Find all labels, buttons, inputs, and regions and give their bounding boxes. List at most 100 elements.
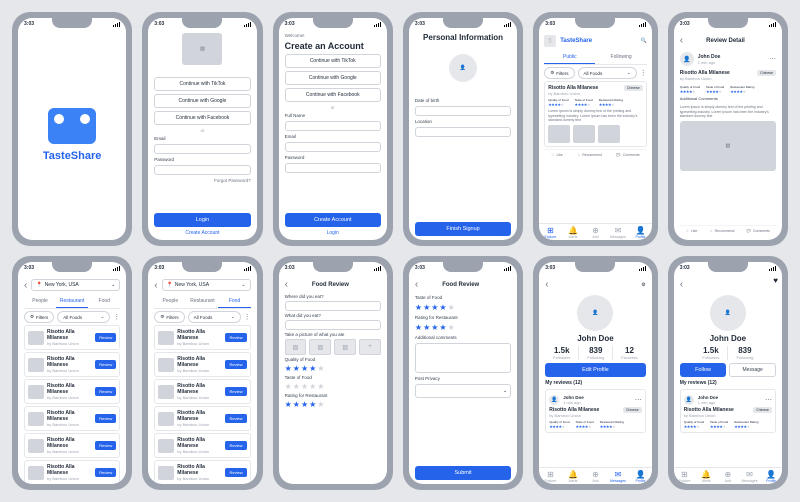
list-item[interactable]: Risotto Alla Milaneseby Bamboo UnionRevi…: [24, 379, 120, 404]
followers-stat[interactable]: 1.5kFollowers: [545, 346, 579, 360]
continue-google-button[interactable]: Continue with Google: [154, 94, 250, 108]
forgot-password-link[interactable]: Forgot Password?: [154, 178, 250, 183]
message-button[interactable]: Message: [729, 363, 776, 377]
settings-icon[interactable]: ⚙: [641, 282, 645, 288]
fullname-field[interactable]: [285, 121, 381, 131]
where-field[interactable]: [285, 301, 381, 311]
follow-button[interactable]: Follow: [680, 363, 727, 377]
favorites-stat[interactable]: 12Favorites: [613, 346, 645, 360]
review-button[interactable]: Review: [95, 333, 116, 342]
following-stat[interactable]: 839Following: [728, 346, 761, 360]
review-card[interactable]: 👤John Doe1 min ago⋯ Risotto Alla Milanes…: [545, 389, 645, 433]
list-item[interactable]: Risotto Alla Milaneseby Bamboo UnionRevi…: [154, 406, 250, 431]
continue-tiktok-button[interactable]: Continue with TikTok: [285, 54, 381, 68]
back-icon[interactable]: ‹: [680, 35, 683, 46]
nav-alerts[interactable]: 🔔Alerts: [562, 227, 585, 239]
continue-google-button[interactable]: Continue with Google: [285, 71, 381, 85]
nav-profile[interactable]: 👤Profile: [629, 227, 651, 239]
like-button[interactable]: ♡ Like: [551, 153, 563, 157]
photo-upload[interactable]: ▨: [285, 339, 307, 355]
nav-messages[interactable]: ✉Messages: [607, 471, 630, 483]
favorite-icon[interactable]: ♥: [773, 276, 778, 285]
location-field[interactable]: [415, 127, 511, 137]
nav-add[interactable]: ⊕Add: [584, 471, 607, 483]
continue-facebook-button[interactable]: Continue with Facebook: [154, 111, 250, 125]
food-filter-dropdown[interactable]: All Foods⌄: [57, 311, 110, 323]
taste-rating[interactable]: ★★★★★: [285, 382, 381, 391]
nav-add[interactable]: ⊕Add: [584, 227, 607, 239]
list-item[interactable]: Risotto Alla Milaneseby Bamboo UnionRevi…: [24, 433, 120, 458]
back-icon[interactable]: ‹: [285, 279, 288, 290]
comments-button[interactable]: 💬 Comments: [747, 229, 770, 233]
submit-button[interactable]: Submit: [415, 466, 511, 480]
tab-restaurant[interactable]: Restaurant: [56, 295, 88, 308]
tab-following[interactable]: Following: [595, 51, 646, 64]
restaurant-rating[interactable]: ★★★★★: [285, 400, 381, 409]
list-item[interactable]: Risotto Alla Milaneseby Bamboo UnionRevi…: [24, 406, 120, 431]
list-item[interactable]: Risotto Alla Milaneseby Bamboo UnionRevi…: [154, 460, 250, 484]
more-icon[interactable]: ⋯: [769, 55, 776, 63]
list-item[interactable]: Risotto Alla Milaneseby Bamboo UnionRevi…: [24, 460, 120, 484]
list-item[interactable]: Risotto Alla Milaneseby Bamboo UnionRevi…: [154, 433, 250, 458]
create-account-button[interactable]: Create Account: [285, 213, 381, 227]
nav-alerts[interactable]: 🔔Alerts: [562, 471, 585, 483]
continue-facebook-button[interactable]: Continue with Facebook: [285, 88, 381, 102]
nav-messages[interactable]: ✉Messages: [607, 227, 630, 239]
nav-profile[interactable]: 👤Profile: [629, 471, 651, 483]
comments-button[interactable]: 💬 Comments: [616, 153, 639, 157]
edit-profile-button[interactable]: Edit Profile: [545, 363, 645, 377]
list-item[interactable]: Risotto Alla Milaneseby Bamboo UnionRevi…: [24, 352, 120, 377]
privacy-dropdown[interactable]: ⌄: [415, 384, 511, 398]
tab-food[interactable]: Food: [218, 295, 250, 308]
review-card[interactable]: 👤John Doe1 min ago⋯ Risotto Alla Milanes…: [680, 389, 776, 433]
restaurant-rating[interactable]: ★★★★★: [415, 323, 511, 332]
continue-tiktok-button[interactable]: Continue with TikTok: [154, 77, 250, 91]
what-field[interactable]: [285, 320, 381, 330]
email-field[interactable]: [285, 142, 381, 152]
avatar-placeholder[interactable]: 👤: [449, 54, 477, 82]
tab-food[interactable]: Food: [88, 295, 120, 308]
filters-button[interactable]: ⚙Filters: [24, 311, 54, 323]
login-button[interactable]: Login: [154, 213, 250, 227]
more-icon[interactable]: ⋮: [640, 69, 647, 77]
nav-explore[interactable]: ⊞Explore: [539, 227, 562, 239]
tab-public[interactable]: Public: [544, 51, 595, 64]
like-button[interactable]: ♡ Like: [686, 229, 698, 233]
taste-rating[interactable]: ★★★★★: [415, 303, 511, 312]
more-icon[interactable]: ⋮: [113, 313, 120, 321]
list-item[interactable]: Risotto Alla Milaneseby Bamboo UnionRevi…: [154, 325, 250, 350]
avatar[interactable]: 👤: [680, 52, 694, 66]
nav-explore[interactable]: ⊞Explore: [539, 471, 562, 483]
search-input[interactable]: 📍New York, USA⌄: [162, 279, 251, 291]
following-stat[interactable]: 839Following: [579, 346, 613, 360]
back-icon[interactable]: ‹: [24, 280, 27, 291]
add-photo-button[interactable]: +: [359, 339, 381, 355]
list-item[interactable]: Risotto Alla Milaneseby Bamboo UnionRevi…: [154, 352, 250, 377]
back-icon[interactable]: ‹: [154, 280, 157, 291]
create-account-link[interactable]: Create Account: [154, 230, 250, 236]
password-field[interactable]: [285, 163, 381, 173]
login-link[interactable]: Login: [285, 230, 381, 236]
food-filter-dropdown[interactable]: All Foods⌄: [578, 67, 637, 79]
filters-button[interactable]: ⚙Filters: [544, 67, 574, 79]
avatar[interactable]: 👤: [577, 295, 613, 331]
list-item[interactable]: Risotto Alla Milaneseby Bamboo UnionRevi…: [154, 379, 250, 404]
dob-field[interactable]: [415, 106, 511, 116]
back-icon[interactable]: ‹: [680, 279, 683, 290]
password-field[interactable]: [154, 165, 250, 175]
avatar[interactable]: 👤: [710, 295, 746, 331]
finish-signup-button[interactable]: Finish Signup: [415, 222, 511, 236]
followers-stat[interactable]: 1.5kFollowers: [694, 346, 728, 360]
tab-people[interactable]: People: [24, 295, 56, 308]
email-field[interactable]: [154, 144, 250, 154]
list-item[interactable]: Risotto Alla Milaneseby Bamboo UnionRevi…: [24, 325, 120, 350]
back-icon[interactable]: ‹: [545, 279, 548, 290]
search-icon[interactable]: 🔍: [640, 38, 646, 44]
quality-rating[interactable]: ★★★★★: [285, 364, 381, 373]
feed-card[interactable]: Risotto Alla Milaneseby Bamboo UnionChin…: [544, 81, 646, 147]
recommend-button[interactable]: ☆ Recommend: [577, 153, 602, 157]
search-input[interactable]: 📍New York, USA⌄: [31, 279, 120, 291]
comments-field[interactable]: [415, 343, 511, 373]
back-icon[interactable]: ‹: [415, 279, 418, 290]
recommend-button[interactable]: ☆ Recommend: [709, 229, 734, 233]
